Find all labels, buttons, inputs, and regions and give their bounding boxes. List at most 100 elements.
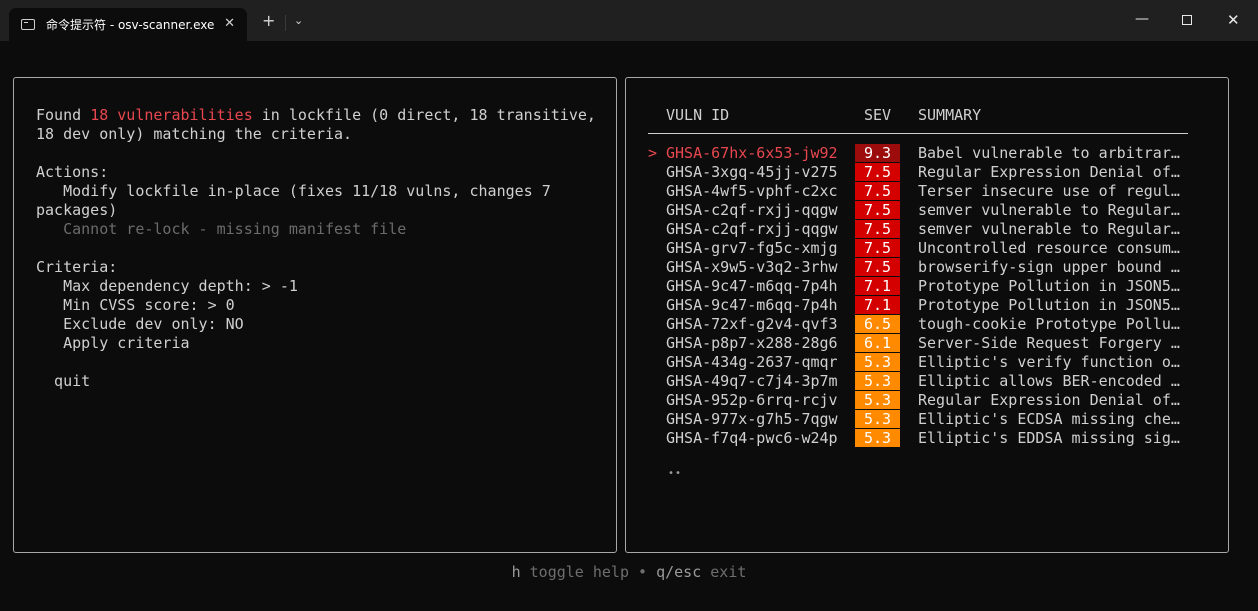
maximize-button[interactable] xyxy=(1182,15,1192,25)
vuln-id: GHSA-c2qf-rxjj-qqgw xyxy=(666,201,838,219)
criteria-heading: Criteria: xyxy=(36,258,118,276)
severity-badge: 9.3 xyxy=(855,144,900,162)
vuln-summary: semver vulnerable to Regular… xyxy=(918,220,1180,238)
vuln-summary: Elliptic's verify function o… xyxy=(918,353,1180,371)
close-window-button[interactable]: ✕ xyxy=(1227,12,1240,28)
severity-badge: 7.5 xyxy=(855,182,900,200)
criteria-exclude-dev[interactable]: Exclude dev only: NO xyxy=(36,315,244,334)
vuln-summary: Elliptic allows BER-encoded … xyxy=(918,372,1180,390)
table-row[interactable]: > GHSA-67hx-6x53-jw92 9.3 Babel vulnerable … xyxy=(626,144,1226,163)
header-divider xyxy=(648,133,1188,134)
minimize-button[interactable]: — xyxy=(1135,11,1149,27)
terminal-tab[interactable]: 命令提示符 - osv-scanner.exe ✕ xyxy=(9,8,247,41)
table-row[interactable]: GHSA-p8p7-x288-28g6 6.1 Server-Side Reques… xyxy=(626,334,1226,353)
vuln-id: GHSA-x9w5-v3q2-3rhw xyxy=(666,258,838,276)
vuln-id: GHSA-952p-6rrq-rcjv xyxy=(666,391,838,409)
severity-badge: 5.3 xyxy=(855,353,900,371)
action-modify-lockfile-cont[interactable]: packages) xyxy=(36,201,117,220)
vuln-id: GHSA-67hx-6x53-jw92 xyxy=(666,144,838,162)
help-bar: h toggle help • q/esc exit xyxy=(0,563,1258,582)
severity-badge: 6.1 xyxy=(855,334,900,352)
new-tab-button[interactable]: + xyxy=(262,13,275,29)
table-row[interactable]: GHSA-c2qf-rxjj-qqgw 7.5 semver vulnerable … xyxy=(626,201,1226,220)
vuln-id: GHSA-f7q4-pwc6-w24p xyxy=(666,429,838,447)
severity-badge: 5.3 xyxy=(855,429,900,447)
table-row[interactable]: GHSA-434g-2637-qmqr 5.3 Elliptic's verify … xyxy=(626,353,1226,372)
found-line-2: 18 dev only) matching the criteria. xyxy=(36,125,353,143)
table-row[interactable]: GHSA-49q7-c7j4-3p7m 5.3 Elliptic allows BE… xyxy=(626,372,1226,391)
table-row[interactable]: GHSA-9c47-m6qq-7p4h 7.1 Prototype Pollutio… xyxy=(626,296,1226,315)
vuln-summary: Regular Expression Denial of… xyxy=(918,391,1180,409)
help-toggle-text: toggle help xyxy=(520,563,639,581)
vuln-count: 18 vulnerabilities xyxy=(90,106,253,124)
action-modify-lockfile[interactable]: Modify lockfile in-place (fixes 11/18 vu… xyxy=(36,182,551,201)
column-header-summary: SUMMARY xyxy=(918,106,982,124)
vuln-id: GHSA-c2qf-rxjj-qqgw xyxy=(666,220,838,238)
table-row[interactable]: GHSA-72xf-g2v4-qvf3 6.5 tough-cookie Proto… xyxy=(626,315,1226,334)
vuln-summary: Terser insecure use of regul… xyxy=(918,182,1180,200)
severity-badge: 7.5 xyxy=(855,163,900,181)
vuln-id: GHSA-p8p7-x288-28g6 xyxy=(666,334,838,352)
found-prefix: Found xyxy=(36,106,91,124)
terminal-area[interactable]: Found 18 vulnerabilities in lockfile (0 … xyxy=(0,41,1258,611)
tab-close-button[interactable]: ✕ xyxy=(224,16,235,31)
vuln-summary: browserify-sign upper bound … xyxy=(918,258,1180,276)
found-suffix: in lockfile (0 direct, 18 transitive, xyxy=(252,106,596,124)
vuln-id: GHSA-3xgq-45jj-v275 xyxy=(666,163,838,181)
vuln-id: GHSA-grv7-fg5c-xmjg xyxy=(666,239,838,257)
action-relock-disabled: Cannot re-lock - missing manifest file xyxy=(36,220,407,238)
help-key-quit: q/esc xyxy=(647,563,702,581)
vuln-summary: Server-Side Request Forgery … xyxy=(918,334,1180,352)
terminal-icon xyxy=(21,19,35,30)
vuln-summary: Elliptic's EDDSA missing sig… xyxy=(918,429,1180,447)
vuln-id: GHSA-9c47-m6qq-7p4h xyxy=(666,296,838,314)
selection-cursor: > xyxy=(648,144,658,162)
quit-option[interactable]: quit xyxy=(36,372,90,391)
vuln-summary: Prototype Pollution in JSON5… xyxy=(918,277,1180,295)
vuln-id: GHSA-4wf5-vphf-c2xc xyxy=(666,182,838,200)
severity-badge: 5.3 xyxy=(855,391,900,409)
vuln-summary: Elliptic's ECDSA missing che… xyxy=(918,410,1180,428)
table-row[interactable]: GHSA-x9w5-v3q2-3rhw 7.5 browserify-sign up… xyxy=(626,258,1226,277)
table-row[interactable]: GHSA-977x-g7h5-7qgw 5.3 Elliptic's ECDSA m… xyxy=(626,410,1226,429)
criteria-apply[interactable]: Apply criteria xyxy=(36,334,189,353)
severity-badge: 7.5 xyxy=(855,220,900,238)
table-row[interactable]: GHSA-grv7-fg5c-xmjg 7.5 Uncontrolled resou… xyxy=(626,239,1226,258)
severity-badge: 5.3 xyxy=(855,410,900,428)
severity-badge: 7.5 xyxy=(855,239,900,257)
help-exit-text: exit xyxy=(701,563,747,581)
column-header-severity: SEV xyxy=(864,106,892,124)
table-row[interactable]: GHSA-952p-6rrq-rcjv 5.3 Regular Expression… xyxy=(626,391,1226,410)
table-row[interactable]: GHSA-4wf5-vphf-c2xc 7.5 Terser insecure us… xyxy=(626,182,1226,201)
column-header-vuln-id: VULN ID xyxy=(666,106,730,124)
vuln-id: GHSA-49q7-c7j4-3p7m xyxy=(666,372,838,390)
tab-dropdown-button[interactable]: ⌄ xyxy=(294,14,303,27)
criteria-min-cvss[interactable]: Min CVSS score: > 0 xyxy=(36,296,235,315)
severity-badge: 5.3 xyxy=(855,372,900,390)
help-separator: • xyxy=(638,563,648,581)
vuln-summary: Prototype Pollution in JSON5… xyxy=(918,296,1180,314)
vuln-id: GHSA-9c47-m6qq-7p4h xyxy=(666,277,838,295)
help-key-h: h xyxy=(511,563,521,581)
actions-heading: Actions: xyxy=(36,163,109,181)
tab-title: 命令提示符 - osv-scanner.exe xyxy=(46,18,215,32)
title-bar: 命令提示符 - osv-scanner.exe ✕ + ⌄ — ✕ xyxy=(0,0,1258,41)
table-row[interactable]: GHSA-c2qf-rxjj-qqgw 7.5 semver vulnerable … xyxy=(626,220,1226,239)
severity-badge: 7.5 xyxy=(855,201,900,219)
summary-pane: Found 18 vulnerabilities in lockfile (0 … xyxy=(13,77,617,553)
vuln-summary: tough-cookie Prototype Pollu… xyxy=(918,315,1180,333)
table-row[interactable]: GHSA-f7q4-pwc6-w24p 5.3 Elliptic's EDDSA m… xyxy=(626,429,1226,448)
vuln-summary: Uncontrolled resource consum… xyxy=(918,239,1180,257)
vuln-id: GHSA-72xf-g2v4-qvf3 xyxy=(666,315,838,333)
severity-badge: 7.1 xyxy=(855,277,900,295)
criteria-max-depth[interactable]: Max dependency depth: > -1 xyxy=(36,277,298,296)
vuln-id: GHSA-434g-2637-qmqr xyxy=(666,353,838,371)
table-row[interactable]: GHSA-3xgq-45jj-v275 7.5 Regular Expression… xyxy=(626,163,1226,182)
table-row[interactable]: GHSA-9c47-m6qq-7p4h 7.1 Prototype Pollutio… xyxy=(626,277,1226,296)
found-line: Found 18 vulnerabilities in lockfile (0 … xyxy=(36,106,596,125)
vuln-summary: Regular Expression Denial of… xyxy=(918,163,1180,181)
vuln-summary: Babel vulnerable to arbitrar… xyxy=(918,144,1180,162)
severity-badge: 7.1 xyxy=(855,296,900,314)
severity-badge: 7.5 xyxy=(855,258,900,276)
vuln-summary: semver vulnerable to Regular… xyxy=(918,201,1180,219)
